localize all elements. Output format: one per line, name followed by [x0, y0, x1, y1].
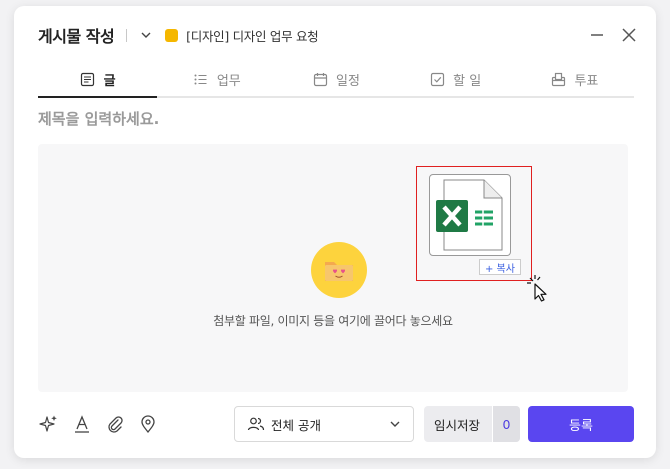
- paperclip-icon: [108, 416, 123, 433]
- drag-cursor-icon: [527, 275, 547, 302]
- ballot-box-icon: [550, 71, 566, 87]
- minimize-button[interactable]: [588, 26, 606, 44]
- tab-todo[interactable]: 할 일: [396, 62, 515, 96]
- calendar-icon: [312, 71, 328, 87]
- close-button[interactable]: [620, 26, 638, 44]
- submit-button[interactable]: 등록: [528, 406, 634, 442]
- tab-label: 업무: [216, 73, 241, 89]
- compose-footer: 전체 공개 임시저장 0 등록: [38, 406, 634, 442]
- ai-assist-button[interactable]: [38, 413, 60, 435]
- dragged-file-card: [429, 174, 511, 256]
- close-icon: [622, 28, 636, 42]
- project-name[interactable]: [디자인] 디자인 업무 요청: [186, 26, 318, 45]
- location-button[interactable]: [137, 413, 159, 435]
- visibility-select[interactable]: 전체 공개: [234, 406, 414, 442]
- excel-file-icon: [436, 179, 503, 251]
- modal-header: 게시물 작성 [디자인] 디자인 업무 요청: [38, 24, 638, 46]
- project-color-dot: [165, 28, 179, 42]
- tab-schedule[interactable]: 일정: [276, 62, 395, 96]
- post-compose-modal: 게시물 작성 [디자인] 디자인 업무 요청 글 업무 일정 할 일 투표 제목…: [14, 6, 656, 458]
- post-title-input[interactable]: [38, 106, 634, 132]
- header-divider: [126, 28, 128, 42]
- document-icon: [80, 71, 96, 87]
- tab-vote[interactable]: 투표: [515, 62, 634, 96]
- users-icon: [247, 417, 265, 431]
- draft-label: 임시저장: [434, 417, 481, 433]
- tab-label: 할 일: [453, 73, 482, 89]
- attach-file-button[interactable]: [104, 413, 126, 435]
- minimize-icon: [591, 34, 603, 36]
- tab-label: 일정: [336, 73, 360, 89]
- checkbox-icon: [429, 71, 445, 87]
- task-list-icon: [193, 71, 209, 87]
- text-format-button[interactable]: [71, 413, 93, 435]
- modal-title: 게시물 작성: [38, 27, 115, 46]
- location-pin-icon: [141, 415, 155, 434]
- post-type-tabs: 글 업무 일정 할 일 투표: [38, 62, 634, 98]
- drop-zone-hint: 첨부할 파일, 이미지 등을 여기에 끌어다 놓으세요: [213, 314, 453, 328]
- draft-count-badge[interactable]: 0: [492, 406, 520, 442]
- tab-post[interactable]: 글: [38, 62, 158, 98]
- tab-label: 투표: [574, 73, 599, 89]
- folder-heart-icon: [311, 242, 367, 298]
- file-drop-zone[interactable]: 첨부할 파일, 이미지 등을 여기에 끌어다 놓으세요 + 복사: [38, 144, 628, 392]
- save-draft-button[interactable]: 임시저장 0: [424, 406, 520, 442]
- copy-badge: + 복사: [479, 259, 521, 275]
- chevron-down-icon: [390, 421, 400, 427]
- visibility-value: 전체 공개: [271, 417, 321, 433]
- tab-label: 글: [103, 73, 116, 89]
- tab-task[interactable]: 업무: [157, 62, 276, 96]
- chevron-down-icon: [141, 32, 151, 38]
- project-dropdown-button[interactable]: [137, 26, 155, 44]
- text-format-icon: [75, 415, 89, 433]
- copy-badge-label: + 복사: [485, 263, 515, 275]
- sparkle-icon: [39, 415, 57, 432]
- dragged-file-highlight: + 복사: [416, 166, 532, 281]
